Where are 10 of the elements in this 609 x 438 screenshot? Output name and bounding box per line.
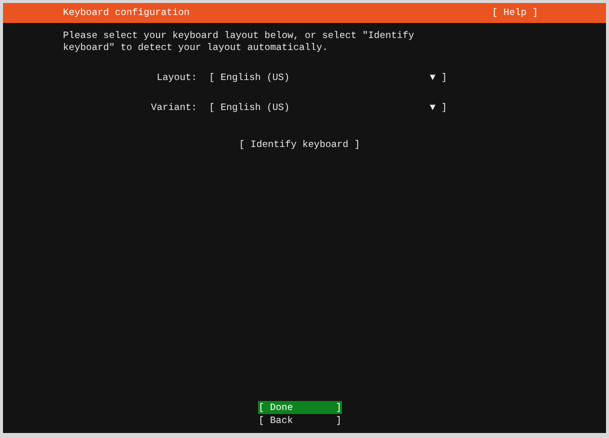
field-label: Layout: — [156, 72, 197, 84]
identify-keyboard-button[interactable]: [ Identify keyboard ] — [239, 138, 360, 151]
instructions-text: Please select your keyboard layout below, or select "Identify keyboard" to detect your layout automatically. — [62, 29, 416, 54]
footer-button[interactable]: [ Back ] — [258, 414, 342, 427]
dropdown[interactable]: [ English (US) ▼ ] — [209, 102, 447, 114]
dropdown[interactable]: [ English (US) ▼ ] — [209, 72, 447, 84]
footer-button[interactable]: [ Done ] — [258, 401, 342, 414]
field-label: Variant: — [150, 102, 197, 114]
screen-title: Keyboard configuration — [63, 7, 190, 19]
help-button[interactable]: [ Help ] — [492, 7, 538, 19]
